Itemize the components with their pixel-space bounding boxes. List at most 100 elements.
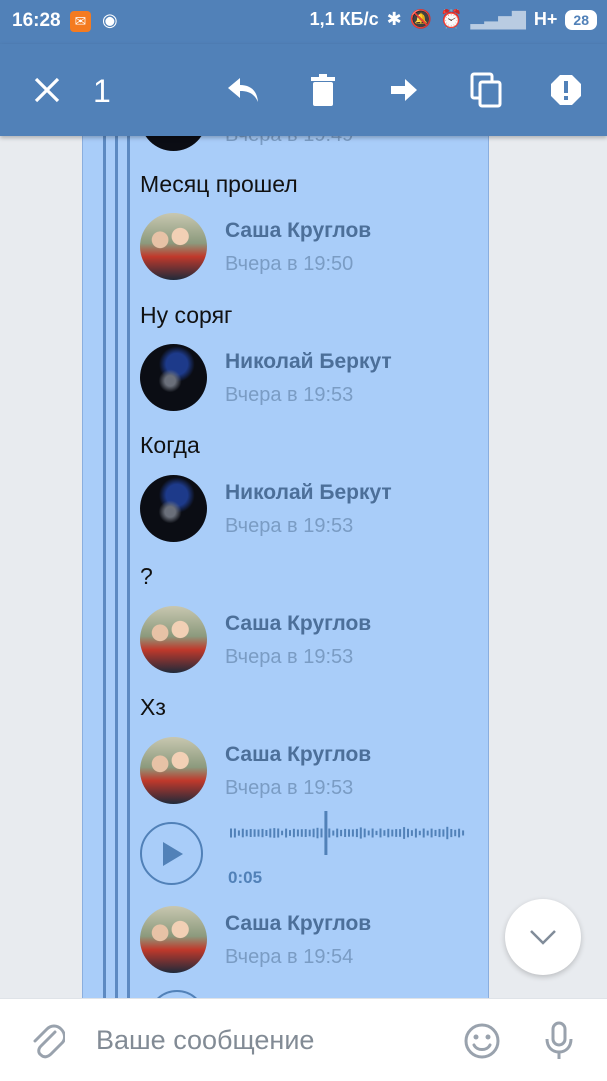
copy-icon — [470, 72, 502, 108]
waveform-bar — [387, 828, 390, 838]
battery-icon: 28 — [565, 9, 597, 30]
scroll-down-button[interactable] — [505, 899, 581, 975]
network-type: H+ — [533, 9, 558, 29]
attach-button[interactable] — [26, 1019, 70, 1063]
waveform-bar — [399, 829, 402, 837]
voice-duration: 0:05 — [228, 868, 263, 887]
waveform-bar — [292, 828, 295, 838]
waveform-bar — [332, 830, 335, 836]
waveform-bar — [261, 828, 264, 838]
waveform-bar — [340, 829, 343, 837]
waveform-bar — [300, 829, 303, 837]
waveform-bar — [363, 828, 366, 838]
waveform-bar — [328, 828, 331, 838]
forward-icon — [391, 79, 417, 101]
waveform-bar — [430, 828, 433, 838]
delete-button[interactable] — [299, 66, 347, 114]
waveform-bar — [367, 830, 370, 836]
avatar[interactable] — [140, 213, 207, 280]
waveform-bar — [241, 828, 244, 838]
waveform-bar — [273, 828, 276, 838]
waveform-bar — [379, 828, 382, 838]
message-text: Месяц прошел — [140, 171, 298, 197]
message-time: Вчера в 19:53 — [225, 777, 354, 799]
waveform-bar — [289, 830, 291, 836]
chevron-down-icon — [530, 930, 556, 945]
waveform-bar — [418, 830, 421, 836]
message-input[interactable]: Ваше сообщение — [96, 1025, 314, 1056]
avatar[interactable] — [140, 737, 207, 804]
avatar[interactable] — [140, 475, 207, 542]
sender-name[interactable]: Николай Беркут — [225, 481, 392, 505]
waveform-bar — [438, 828, 441, 838]
waveform-bar — [348, 829, 350, 837]
waveform-bar — [462, 830, 465, 836]
smile-icon — [464, 1023, 500, 1059]
voice-record-button[interactable] — [537, 1019, 581, 1063]
message-time: Вчера в 19:53 — [225, 515, 354, 537]
sender-name[interactable]: Николай Беркут — [225, 350, 392, 374]
waveform-bar — [245, 829, 248, 837]
message-text: ? — [140, 563, 153, 589]
waveform-bar — [391, 829, 394, 837]
message-text: Хз — [140, 694, 166, 720]
waveform-bar — [269, 828, 272, 838]
avatar[interactable] — [140, 906, 207, 973]
selected-count: 1 — [93, 73, 111, 109]
voice-waveform[interactable] — [228, 808, 468, 858]
paperclip-icon — [33, 1024, 65, 1059]
waveform-bar — [312, 828, 315, 838]
signal-icon: ▂▃▅▇ — [470, 9, 526, 29]
waveform-bar — [434, 829, 437, 836]
forward-button[interactable] — [380, 66, 428, 114]
waveform-cursor — [324, 811, 328, 855]
status-bar: 16:28 ✉ ◉ 1,1 КБ/с ✱ 🔕 ⏰ ▂▃▅▇ H+ 28 — [0, 0, 607, 44]
waveform-bar — [316, 827, 319, 839]
forward-line — [127, 136, 130, 998]
copy-button[interactable] — [462, 66, 510, 114]
selection-toolbar: 1 — [0, 44, 607, 136]
waveform-bar — [371, 828, 374, 838]
message-time: Вчера в 19:53 — [225, 384, 354, 406]
notification-icon: ◉ — [102, 10, 118, 30]
waveform-bar — [336, 828, 339, 838]
waveform-bar — [403, 827, 406, 839]
sender-name[interactable]: Саша Круглов — [225, 743, 371, 767]
message-time: Вчера в 19:49 — [225, 136, 353, 147]
status-indicators: 1,1 КБ/с ✱ 🔕 ⏰ ▂▃▅▇ H+ 28 — [310, 9, 597, 30]
waveform-bar — [450, 829, 453, 838]
message-text: Ну соряг — [140, 302, 233, 328]
sender-name[interactable]: Саша Круглов — [225, 219, 371, 243]
waveform-bar — [414, 828, 417, 838]
play-button[interactable] — [140, 822, 203, 885]
message-time: Вчера в 19:53 — [225, 646, 354, 668]
waveform-bar — [442, 829, 445, 837]
waveform-bar — [395, 829, 398, 837]
waveform-bar — [237, 830, 240, 836]
waveform-bar — [253, 829, 256, 837]
message-time: Вчера в 19:54 — [225, 946, 354, 968]
close-selection-button[interactable] — [23, 66, 71, 114]
avatar[interactable] — [140, 606, 207, 673]
sender-name[interactable]: Саша Круглов — [225, 912, 371, 936]
waveform-bar — [355, 828, 358, 838]
report-button[interactable] — [542, 66, 590, 114]
mute-icon: 🔕 — [409, 9, 433, 29]
alarm-icon: ⏰ — [440, 9, 463, 29]
waveform-bar — [233, 828, 236, 838]
sender-name[interactable]: Саша Круглов — [225, 612, 371, 636]
reply-button[interactable] — [219, 66, 267, 114]
status-time: 16:28 — [12, 10, 61, 31]
avatar[interactable] — [140, 344, 207, 411]
message-composer: Ваше сообщение — [0, 998, 607, 1081]
waveform-bar — [308, 829, 311, 837]
bluetooth-icon: ✱ — [386, 9, 402, 29]
waveform-bar — [320, 828, 323, 838]
waveform-bar — [410, 830, 413, 836]
microphone-icon — [545, 1021, 573, 1059]
voice-message: 0:05 — [140, 811, 470, 892]
chat-area[interactable]: Вчера в 19:49 Месяц прошел Саша Круглов … — [0, 136, 607, 998]
emoji-button[interactable] — [460, 1019, 504, 1063]
message-text: Когда — [140, 432, 200, 458]
waveform-bar — [458, 828, 461, 838]
